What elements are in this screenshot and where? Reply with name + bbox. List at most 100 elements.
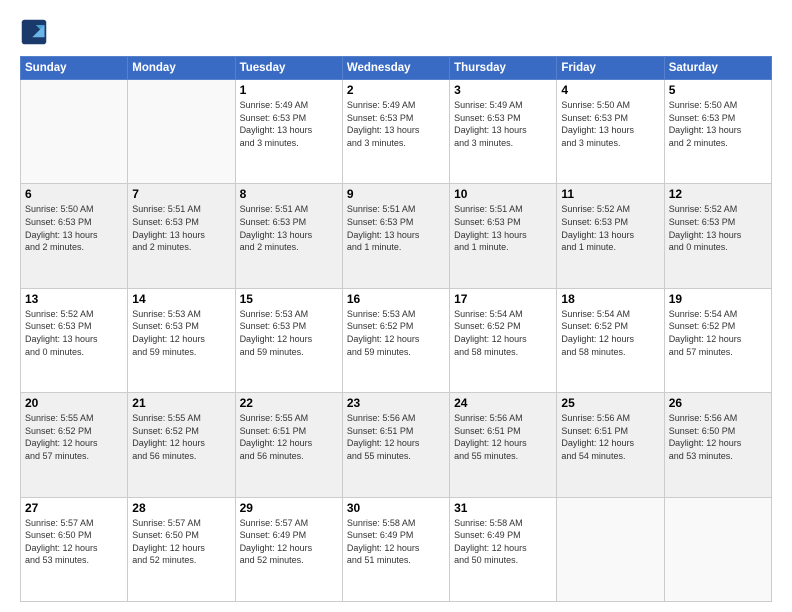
calendar-cell: 23 Sunrise: 5:56 AM Sunset: 6:51 PM Dayli… (342, 393, 449, 497)
calendar-cell: 19 Sunrise: 5:54 AM Sunset: 6:52 PM Dayli… (664, 288, 771, 392)
day-number: 20 (25, 396, 123, 410)
day-number: 8 (240, 187, 338, 201)
calendar-week-row: 27 Sunrise: 5:57 AM Sunset: 6:50 PM Dayli… (21, 497, 772, 601)
day-info: Sunrise: 5:50 AM Sunset: 6:53 PM Dayligh… (561, 99, 659, 149)
day-number: 11 (561, 187, 659, 201)
calendar-cell: 5 Sunrise: 5:50 AM Sunset: 6:53 PM Daylig… (664, 80, 771, 184)
day-info: Sunrise: 5:53 AM Sunset: 6:52 PM Dayligh… (347, 308, 445, 358)
day-info: Sunrise: 5:52 AM Sunset: 6:53 PM Dayligh… (669, 203, 767, 253)
day-info: Sunrise: 5:53 AM Sunset: 6:53 PM Dayligh… (132, 308, 230, 358)
day-info: Sunrise: 5:51 AM Sunset: 6:53 PM Dayligh… (347, 203, 445, 253)
day-info: Sunrise: 5:49 AM Sunset: 6:53 PM Dayligh… (454, 99, 552, 149)
day-info: Sunrise: 5:54 AM Sunset: 6:52 PM Dayligh… (669, 308, 767, 358)
day-number: 13 (25, 292, 123, 306)
calendar-cell (128, 80, 235, 184)
col-header-wednesday: Wednesday (342, 57, 449, 80)
day-number: 29 (240, 501, 338, 515)
col-header-monday: Monday (128, 57, 235, 80)
day-number: 18 (561, 292, 659, 306)
calendar-cell (557, 497, 664, 601)
day-number: 31 (454, 501, 552, 515)
calendar-cell: 9 Sunrise: 5:51 AM Sunset: 6:53 PM Daylig… (342, 184, 449, 288)
col-header-saturday: Saturday (664, 57, 771, 80)
day-info: Sunrise: 5:55 AM Sunset: 6:52 PM Dayligh… (132, 412, 230, 462)
day-number: 12 (669, 187, 767, 201)
calendar-cell: 2 Sunrise: 5:49 AM Sunset: 6:53 PM Daylig… (342, 80, 449, 184)
day-number: 19 (669, 292, 767, 306)
day-info: Sunrise: 5:55 AM Sunset: 6:51 PM Dayligh… (240, 412, 338, 462)
calendar-cell: 12 Sunrise: 5:52 AM Sunset: 6:53 PM Dayli… (664, 184, 771, 288)
page: SundayMondayTuesdayWednesdayThursdayFrid… (0, 0, 792, 612)
calendar-cell: 27 Sunrise: 5:57 AM Sunset: 6:50 PM Dayli… (21, 497, 128, 601)
day-number: 6 (25, 187, 123, 201)
day-number: 2 (347, 83, 445, 97)
calendar-cell: 25 Sunrise: 5:56 AM Sunset: 6:51 PM Dayli… (557, 393, 664, 497)
day-info: Sunrise: 5:50 AM Sunset: 6:53 PM Dayligh… (669, 99, 767, 149)
day-info: Sunrise: 5:51 AM Sunset: 6:53 PM Dayligh… (132, 203, 230, 253)
calendar-week-row: 13 Sunrise: 5:52 AM Sunset: 6:53 PM Dayli… (21, 288, 772, 392)
calendar-week-row: 1 Sunrise: 5:49 AM Sunset: 6:53 PM Daylig… (21, 80, 772, 184)
calendar-cell: 10Sunrise: 5:51 AM Sunset: 6:53 PM Dayli… (450, 184, 557, 288)
calendar-cell: 22Sunrise: 5:55 AM Sunset: 6:51 PM Dayli… (235, 393, 342, 497)
col-header-thursday: Thursday (450, 57, 557, 80)
calendar-cell: 24Sunrise: 5:56 AM Sunset: 6:51 PM Dayli… (450, 393, 557, 497)
day-number: 1 (240, 83, 338, 97)
day-number: 28 (132, 501, 230, 515)
day-info: Sunrise: 5:56 AM Sunset: 6:51 PM Dayligh… (561, 412, 659, 462)
logo-icon (20, 18, 48, 46)
day-number: 5 (669, 83, 767, 97)
calendar-cell: 4 Sunrise: 5:50 AM Sunset: 6:53 PM Daylig… (557, 80, 664, 184)
calendar-cell: 21Sunrise: 5:55 AM Sunset: 6:52 PM Dayli… (128, 393, 235, 497)
calendar-cell: 11 Sunrise: 5:52 AM Sunset: 6:53 PM Dayli… (557, 184, 664, 288)
day-number: 17 (454, 292, 552, 306)
calendar-cell: 30Sunrise: 5:58 AM Sunset: 6:49 PM Dayli… (342, 497, 449, 601)
day-info: Sunrise: 5:56 AM Sunset: 6:50 PM Dayligh… (669, 412, 767, 462)
day-number: 14 (132, 292, 230, 306)
day-info: Sunrise: 5:58 AM Sunset: 6:49 PM Dayligh… (347, 517, 445, 567)
day-number: 9 (347, 187, 445, 201)
day-info: Sunrise: 5:57 AM Sunset: 6:50 PM Dayligh… (132, 517, 230, 567)
calendar-week-row: 20 Sunrise: 5:55 AM Sunset: 6:52 PM Dayli… (21, 393, 772, 497)
day-number: 16 (347, 292, 445, 306)
day-info: Sunrise: 5:57 AM Sunset: 6:50 PM Dayligh… (25, 517, 123, 567)
col-header-sunday: Sunday (21, 57, 128, 80)
day-info: Sunrise: 5:54 AM Sunset: 6:52 PM Dayligh… (561, 308, 659, 358)
day-info: Sunrise: 5:56 AM Sunset: 6:51 PM Dayligh… (454, 412, 552, 462)
day-info: Sunrise: 5:52 AM Sunset: 6:53 PM Dayligh… (25, 308, 123, 358)
day-info: Sunrise: 5:49 AM Sunset: 6:53 PM Dayligh… (240, 99, 338, 149)
calendar-cell: 1 Sunrise: 5:49 AM Sunset: 6:53 PM Daylig… (235, 80, 342, 184)
calendar-cell: 14 Sunrise: 5:53 AM Sunset: 6:53 PM Dayli… (128, 288, 235, 392)
calendar-week-row: 6Sunrise: 5:50 AM Sunset: 6:53 PM Daylig… (21, 184, 772, 288)
calendar-cell: 3Sunrise: 5:49 AM Sunset: 6:53 PM Daylig… (450, 80, 557, 184)
calendar-cell: 26 Sunrise: 5:56 AM Sunset: 6:50 PM Dayli… (664, 393, 771, 497)
header (20, 18, 772, 46)
day-number: 23 (347, 396, 445, 410)
logo (20, 18, 52, 46)
day-number: 4 (561, 83, 659, 97)
day-number: 26 (669, 396, 767, 410)
day-number: 25 (561, 396, 659, 410)
day-info: Sunrise: 5:52 AM Sunset: 6:53 PM Dayligh… (561, 203, 659, 253)
day-info: Sunrise: 5:57 AM Sunset: 6:49 PM Dayligh… (240, 517, 338, 567)
day-info: Sunrise: 5:51 AM Sunset: 6:53 PM Dayligh… (454, 203, 552, 253)
calendar-cell: 13 Sunrise: 5:52 AM Sunset: 6:53 PM Dayli… (21, 288, 128, 392)
calendar-cell: 28 Sunrise: 5:57 AM Sunset: 6:50 PM Dayli… (128, 497, 235, 601)
day-number: 27 (25, 501, 123, 515)
day-info: Sunrise: 5:55 AM Sunset: 6:52 PM Dayligh… (25, 412, 123, 462)
calendar-cell: 8Sunrise: 5:51 AM Sunset: 6:53 PM Daylig… (235, 184, 342, 288)
calendar-cell: 6Sunrise: 5:50 AM Sunset: 6:53 PM Daylig… (21, 184, 128, 288)
calendar-cell: 15Sunrise: 5:53 AM Sunset: 6:53 PM Dayli… (235, 288, 342, 392)
calendar-cell: 29 Sunrise: 5:57 AM Sunset: 6:49 PM Dayli… (235, 497, 342, 601)
calendar-cell: 7 Sunrise: 5:51 AM Sunset: 6:53 PM Daylig… (128, 184, 235, 288)
day-info: Sunrise: 5:49 AM Sunset: 6:53 PM Dayligh… (347, 99, 445, 149)
calendar-cell: 17 Sunrise: 5:54 AM Sunset: 6:52 PM Dayli… (450, 288, 557, 392)
calendar-cell: 18 Sunrise: 5:54 AM Sunset: 6:52 PM Dayli… (557, 288, 664, 392)
day-info: Sunrise: 5:58 AM Sunset: 6:49 PM Dayligh… (454, 517, 552, 567)
col-header-tuesday: Tuesday (235, 57, 342, 80)
day-info: Sunrise: 5:54 AM Sunset: 6:52 PM Dayligh… (454, 308, 552, 358)
calendar-table: SundayMondayTuesdayWednesdayThursdayFrid… (20, 56, 772, 602)
day-info: Sunrise: 5:56 AM Sunset: 6:51 PM Dayligh… (347, 412, 445, 462)
day-number: 7 (132, 187, 230, 201)
calendar-cell (21, 80, 128, 184)
day-number: 15 (240, 292, 338, 306)
